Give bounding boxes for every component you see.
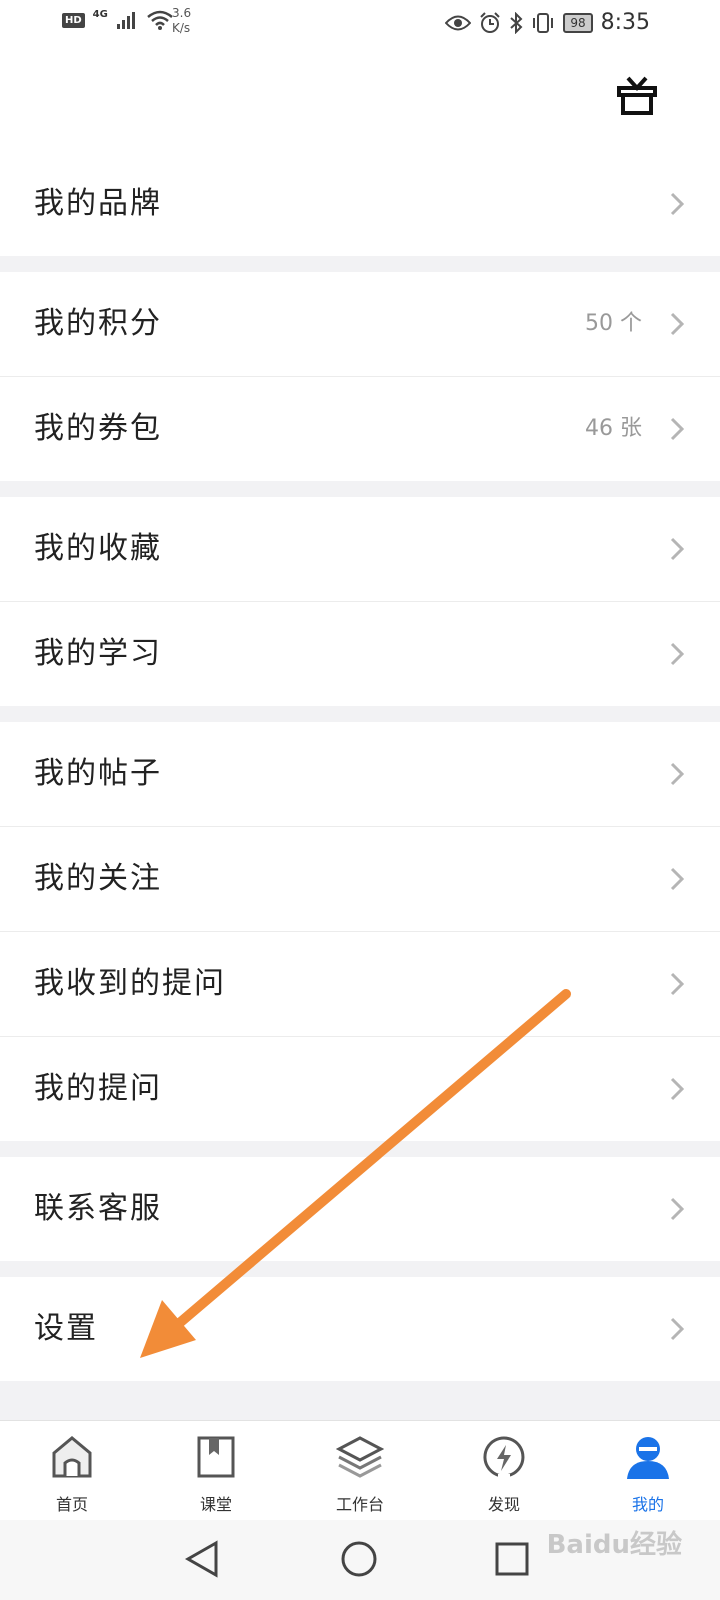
chevron-right-icon — [670, 312, 684, 336]
menu-group: 我的品牌 — [0, 152, 720, 256]
menu-row-label: 我的券包 — [34, 411, 162, 446]
menu-row-label: 我的学习 — [34, 636, 162, 671]
profile-icon — [627, 1437, 669, 1479]
recents-icon[interactable] — [494, 1540, 530, 1578]
menu-group: 我的帖子我的关注我收到的提问 我的提问 — [0, 722, 720, 1141]
menu-row[interactable]: 我的学习 — [0, 602, 720, 706]
menu-row-label: 联系客服 — [34, 1191, 162, 1226]
book-icon — [197, 1436, 235, 1478]
chevron-right-icon — [670, 1077, 684, 1101]
chevron-right-icon — [670, 867, 684, 891]
chevron-right-icon — [670, 417, 684, 441]
tab-label: 发现 — [487, 1495, 520, 1514]
menu-row[interactable]: 我收到的提问 — [0, 932, 720, 1037]
chevron-right-icon — [670, 972, 684, 996]
tab-profile[interactable]: 我的 — [576, 1421, 720, 1521]
menu-row[interactable]: 联系客服 — [0, 1157, 720, 1261]
eye-icon — [445, 15, 472, 30]
tab-workbench[interactable]: 工作台 — [288, 1421, 432, 1521]
menu-row[interactable]: 我的品牌 — [0, 152, 720, 256]
menu-row-label: 我的关注 — [34, 861, 162, 896]
chevron-right-icon — [670, 537, 684, 561]
home-icon — [52, 1436, 92, 1478]
page-header — [0, 48, 720, 153]
alarm-icon — [480, 11, 501, 33]
menu-list: 我的品牌我的积分 50 个我的券包 46 张我的收藏我的学习我的帖子我的关注我收到的… — [0, 152, 720, 1397]
menu-row[interactable]: 我的积分 50 个 — [0, 272, 720, 377]
bottom-tab-bar: 首页 课堂 工作台 发现 我的 — [0, 1420, 720, 1521]
menu-row-label: 我的提问 — [34, 1071, 162, 1106]
home-nav-icon[interactable] — [340, 1540, 378, 1578]
menu-group: 设置 — [0, 1277, 720, 1381]
back-icon[interactable] — [184, 1540, 220, 1578]
menu-group: 我的积分 50 个我的券包 46 张 — [0, 272, 720, 481]
discover-icon — [483, 1436, 525, 1479]
clock: 8:35 — [600, 10, 650, 35]
menu-row-value: 50 个 — [585, 311, 642, 336]
wifi-icon — [147, 10, 173, 30]
vibrate-icon — [533, 12, 554, 33]
chevron-right-icon — [670, 762, 684, 786]
tab-home[interactable]: 首页 — [0, 1421, 144, 1521]
chevron-right-icon — [670, 1197, 684, 1221]
menu-row-label: 我收到的提问 — [34, 966, 226, 1001]
chevron-right-icon — [670, 642, 684, 666]
menu-row[interactable]: 我的关注 — [0, 827, 720, 932]
tab-label: 工作台 — [335, 1495, 384, 1514]
network-speed: 3.6 K/s — [172, 6, 192, 35]
menu-row[interactable]: 我的券包 46 张 — [0, 377, 720, 481]
tab-classroom[interactable]: 课堂 — [144, 1421, 288, 1521]
signal-icon — [116, 12, 135, 29]
menu-row[interactable]: 我的提问 — [0, 1037, 720, 1141]
menu-row-label: 设置 — [34, 1311, 98, 1346]
gift-icon[interactable] — [616, 76, 658, 118]
menu-group: 联系客服 — [0, 1157, 720, 1261]
layers-icon — [336, 1436, 384, 1478]
baidu-watermark: Baidu经验 — [546, 1530, 682, 1560]
bluetooth-icon — [510, 11, 523, 34]
tab-label: 课堂 — [199, 1495, 232, 1514]
menu-row-label: 我的品牌 — [34, 186, 162, 221]
menu-row-label: 我的积分 — [34, 306, 162, 341]
battery-indicator: 98 — [563, 12, 593, 33]
tab-label: 我的 — [631, 1495, 664, 1514]
menu-row-label: 我的帖子 — [34, 756, 162, 791]
menu-row[interactable]: 我的帖子 — [0, 722, 720, 827]
tab-discover[interactable]: 发现 — [432, 1421, 576, 1521]
menu-row-label: 我的收藏 — [34, 531, 162, 566]
hd-badge: HD — [62, 12, 85, 28]
status-bar: HD 4G 3.6 K/s 98 8:35 — [0, 0, 720, 48]
tab-label: 首页 — [55, 1495, 88, 1514]
menu-row-value: 46 张 — [585, 416, 642, 441]
menu-row[interactable]: 我的收藏 — [0, 497, 720, 602]
menu-group: 我的收藏 我的学习 — [0, 497, 720, 706]
chevron-right-icon — [670, 1317, 684, 1341]
chevron-right-icon — [670, 192, 684, 216]
network-label: 4G — [92, 8, 108, 20]
menu-row[interactable]: 设置 — [0, 1277, 720, 1381]
